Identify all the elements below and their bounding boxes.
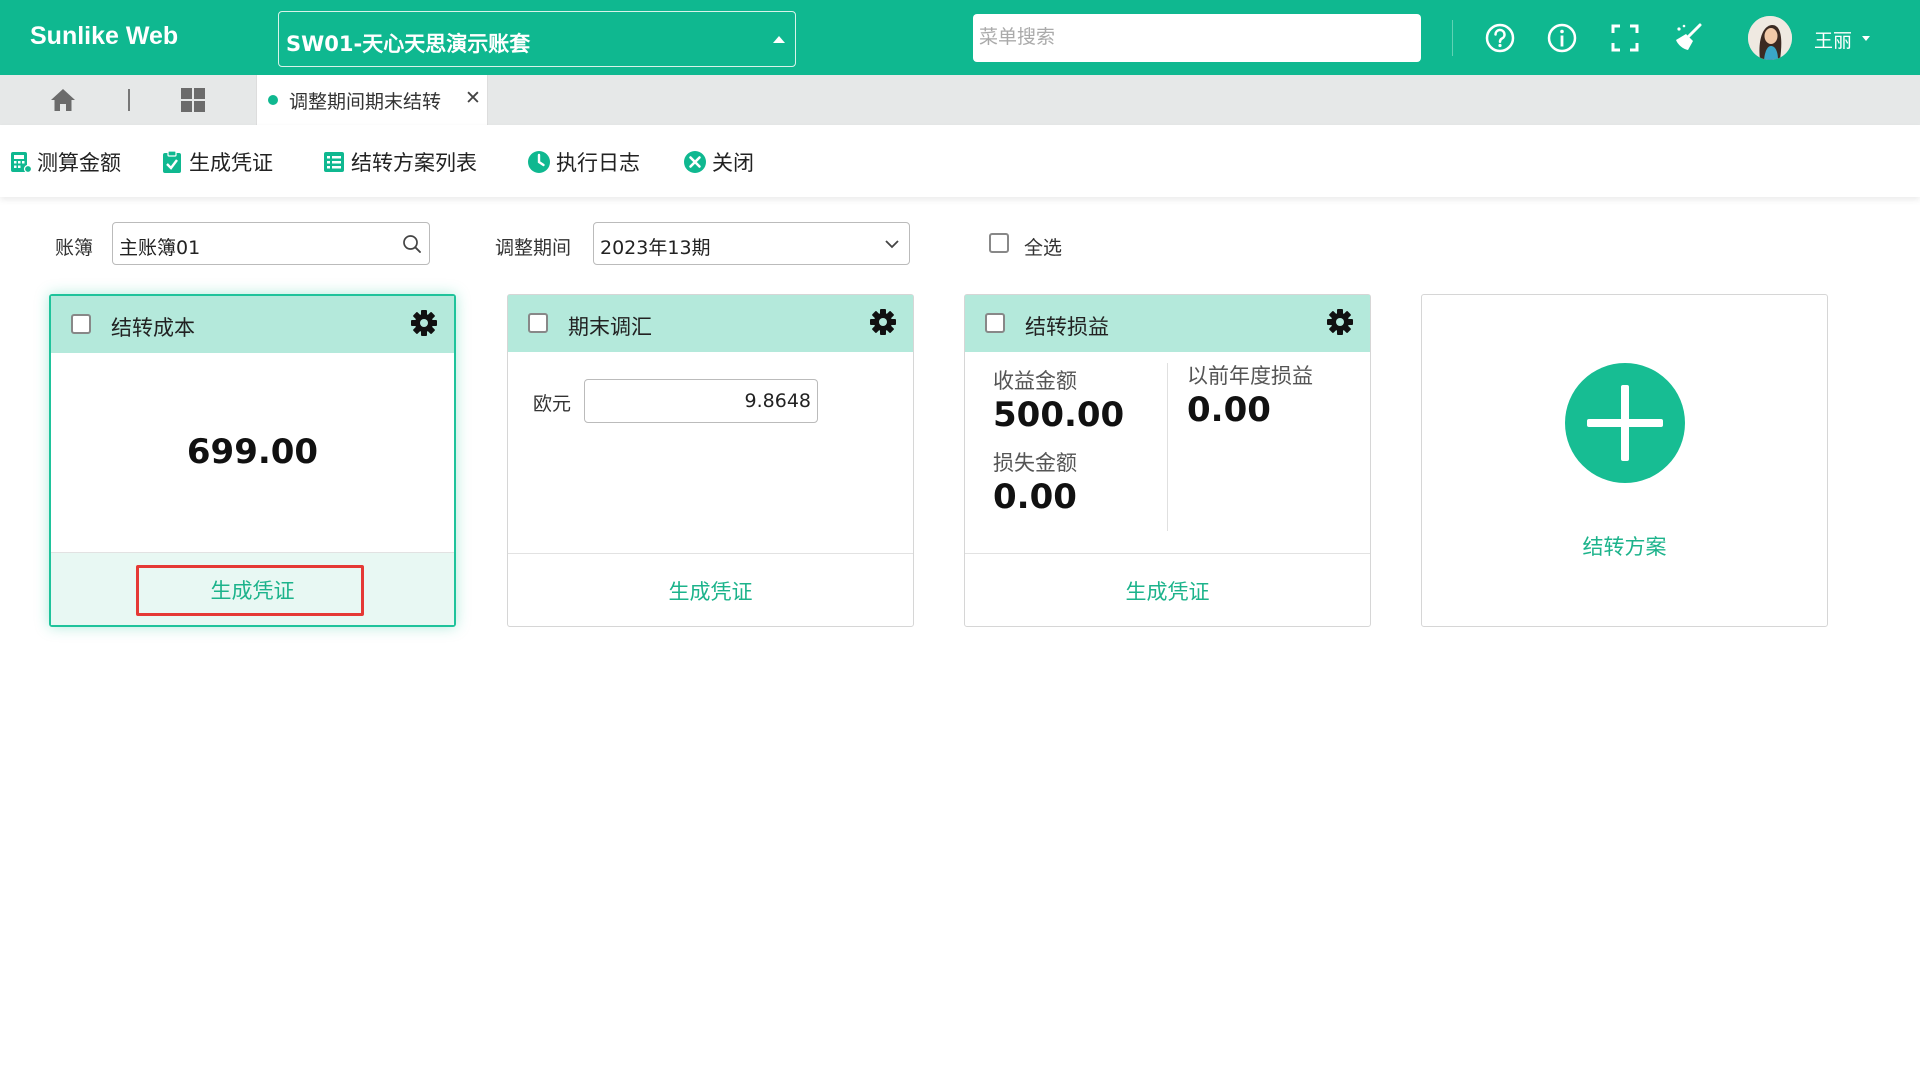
home-icon[interactable] xyxy=(50,87,76,113)
divider xyxy=(1167,363,1168,531)
plus-icon[interactable] xyxy=(1565,363,1685,483)
caret-down-icon[interactable] xyxy=(1862,36,1870,41)
close-label: 关闭 xyxy=(712,151,754,175)
gear-icon[interactable] xyxy=(869,308,897,336)
list-icon xyxy=(324,152,344,172)
close-button[interactable]: 关闭 xyxy=(683,147,754,177)
ledger-label: 账簿 xyxy=(55,237,94,259)
add-plan-card[interactable]: 结转方案 xyxy=(1421,294,1828,627)
card-header: 结转成本 xyxy=(51,296,454,353)
generate-voucher-link[interactable]: 生成凭证 xyxy=(1126,576,1210,606)
account-selector-label: SW01-天心天思演示账套 xyxy=(286,32,531,56)
brand-logo: Sunlike Web xyxy=(30,22,179,50)
tab-label: 调整期间期末结转 xyxy=(289,91,442,113)
clipboard-check-icon xyxy=(163,150,181,173)
carryover-cost-card[interactable]: 结转成本 699.00 生成凭证 xyxy=(49,294,456,627)
generate-voucher-label: 生成凭证 xyxy=(189,151,273,175)
divider xyxy=(128,89,130,111)
plan-list-button[interactable]: 结转方案列表 xyxy=(322,147,477,177)
period-label: 调整期间 xyxy=(495,237,572,259)
currency-label: 欧元 xyxy=(533,393,572,415)
info-icon[interactable] xyxy=(1545,21,1579,55)
gear-icon[interactable] xyxy=(1326,308,1354,336)
avatar[interactable] xyxy=(1748,16,1792,60)
user-name[interactable]: 王丽 xyxy=(1814,26,1852,53)
generate-voucher-link[interactable]: 生成凭证 xyxy=(669,576,753,606)
highlight-box xyxy=(136,565,364,616)
menu-search-input[interactable] xyxy=(973,14,1421,62)
card-footer: 生成凭证 xyxy=(508,553,913,626)
ledger-value: 主账簿01 xyxy=(119,237,201,259)
toolbar: 测算金额 生成凭证 结转方案列表 执行日志 关闭 xyxy=(0,125,1920,197)
card-checkbox[interactable] xyxy=(985,313,1005,333)
divider xyxy=(1452,20,1453,56)
income-amount: 500.00 xyxy=(993,395,1125,435)
clock-icon xyxy=(528,151,550,173)
exchange-rate-value: 9.8648 xyxy=(744,390,811,412)
fullscreen-icon[interactable] xyxy=(1608,21,1642,55)
account-selector[interactable]: SW01-天心天思演示账套 xyxy=(278,11,796,67)
help-icon[interactable] xyxy=(1483,21,1517,55)
calculate-amount-label: 测算金额 xyxy=(37,151,121,175)
generate-voucher-button[interactable]: 生成凭证 xyxy=(160,147,273,177)
select-all-checkbox[interactable] xyxy=(989,233,1009,253)
cost-amount: 699.00 xyxy=(186,432,319,472)
tab-bar: 调整期间期末结转 ✕ xyxy=(0,75,1920,125)
search-icon[interactable] xyxy=(402,234,422,254)
card-title: 结转损益 xyxy=(1025,315,1109,339)
period-value: 2023年13期 xyxy=(600,237,711,259)
tab-close-icon[interactable]: ✕ xyxy=(465,87,481,109)
card-title: 结转成本 xyxy=(111,316,195,340)
grid-icon[interactable] xyxy=(180,87,206,113)
gear-icon[interactable] xyxy=(410,309,438,337)
close-circle-icon xyxy=(684,151,706,173)
carryover-pl-card[interactable]: 结转损益 收益金额 500.00 损失金额 0.00 以前年度损益 0.00 生… xyxy=(964,294,1371,627)
card-checkbox[interactable] xyxy=(71,314,91,334)
card-header: 期末调汇 xyxy=(508,295,913,352)
card-checkbox[interactable] xyxy=(528,313,548,333)
calculate-amount-button[interactable]: 测算金额 xyxy=(8,147,121,177)
card-header: 结转损益 xyxy=(965,295,1370,352)
prior-year-label: 以前年度损益 xyxy=(1187,364,1313,388)
card-footer: 生成凭证 xyxy=(51,552,454,625)
execution-log-button[interactable]: 执行日志 xyxy=(527,147,640,177)
calculator-icon xyxy=(11,152,32,174)
loss-amount: 0.00 xyxy=(993,477,1077,517)
select-all-label[interactable]: 全选 xyxy=(1024,233,1062,260)
active-dot-icon xyxy=(268,95,278,105)
tab-period-end-carryover[interactable]: 调整期间期末结转 ✕ xyxy=(256,75,488,125)
card-title: 期末调汇 xyxy=(568,315,652,339)
exchange-adjust-card[interactable]: 期末调汇 欧元 9.8648 生成凭证 xyxy=(507,294,914,627)
broom-icon[interactable] xyxy=(1672,21,1706,55)
plan-list-label: 结转方案列表 xyxy=(351,151,477,175)
card-footer: 生成凭证 xyxy=(965,553,1370,626)
prior-year-amount: 0.00 xyxy=(1187,390,1271,430)
income-label: 收益金额 xyxy=(993,369,1077,393)
chevron-down-icon xyxy=(885,240,899,249)
period-select[interactable]: 2023年13期 xyxy=(593,222,910,265)
top-bar: Sunlike Web SW01-天心天思演示账套 王丽 xyxy=(0,0,1920,75)
execution-log-label: 执行日志 xyxy=(556,151,640,175)
caret-up-icon xyxy=(773,36,785,43)
ledger-field[interactable]: 主账簿01 xyxy=(112,222,430,265)
exchange-rate-input[interactable]: 9.8648 xyxy=(584,379,818,423)
carryover-plan-link[interactable]: 结转方案 xyxy=(1583,531,1667,561)
loss-label: 损失金额 xyxy=(993,451,1077,475)
